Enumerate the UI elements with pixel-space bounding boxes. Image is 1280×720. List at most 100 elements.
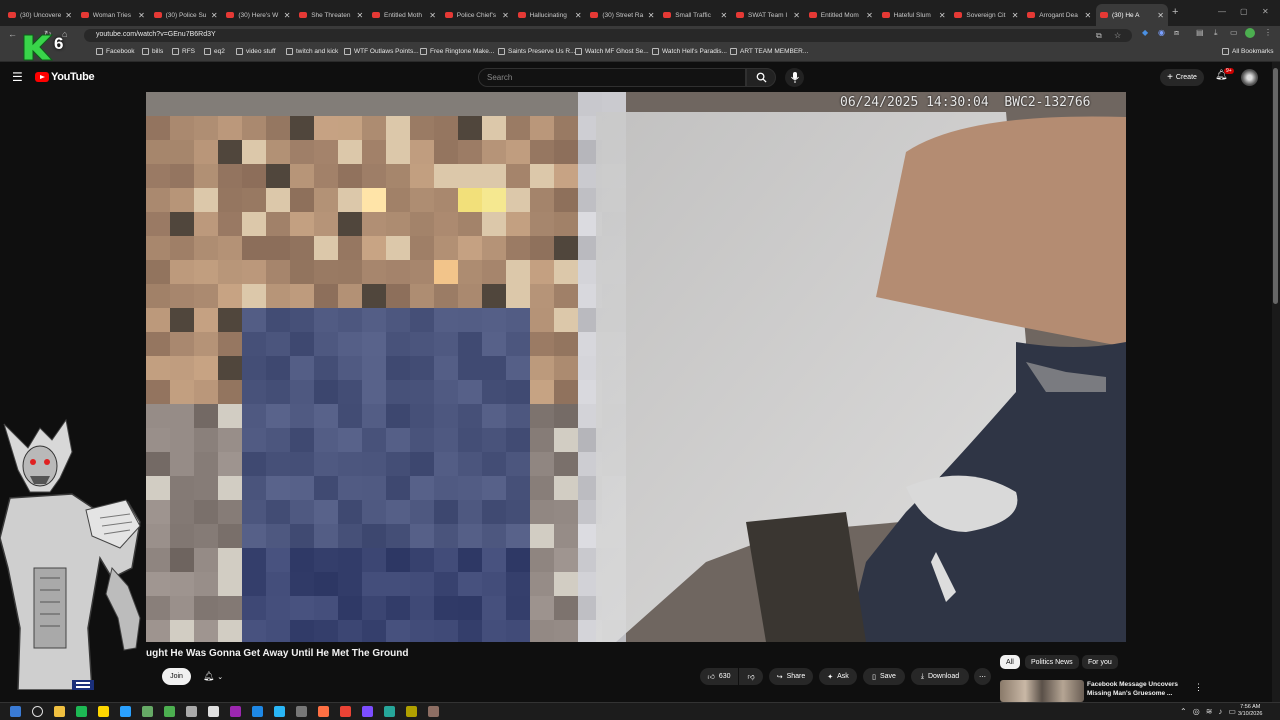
app-icon[interactable] [142,706,153,717]
battery-icon[interactable]: ▭ [1228,707,1236,716]
browser-tab[interactable]: She Threaten ✕ [295,4,367,26]
windows-start-icon[interactable] [10,706,21,717]
chip-all[interactable]: All [1000,655,1020,669]
extensions-puzzle-icon[interactable]: ⧈ [1174,28,1179,38]
browser-tab[interactable]: Police Chief's ✕ [441,4,513,26]
app-icon[interactable] [76,706,87,717]
browser-tab[interactable]: (30) Uncovere ✕ [4,4,76,26]
account-avatar[interactable] [1241,69,1258,86]
all-bookmarks-button[interactable]: All Bookmarks [1222,48,1274,55]
bookmark-item[interactable]: ART TEAM MEMBER... [730,48,808,55]
browser-tab[interactable]: Sovereign Cit ✕ [950,4,1022,26]
maximize-icon[interactable]: ▢ [1240,7,1248,16]
hamburger-menu-icon[interactable]: ☰ [12,70,23,84]
profile-avatar-icon[interactable] [1245,28,1255,38]
close-tab-icon[interactable]: ✕ [939,11,946,20]
install-icon[interactable]: ⧉ [1096,31,1102,41]
bookmark-item[interactable]: RFS [172,48,195,55]
ask-button[interactable]: ✦ Ask [819,668,857,685]
browser-tab[interactable]: Arrogant Dea ✕ [1023,4,1095,26]
app-icon[interactable] [296,706,307,717]
bookmark-item[interactable]: video stuff [236,48,276,55]
taskbar-search-icon[interactable] [32,706,43,717]
browser-menu-icon[interactable]: ⋮ [1264,28,1272,37]
app-icon[interactable] [98,706,109,717]
youtube-logo[interactable]: YouTube [35,71,95,83]
like-button[interactable]: 👍︎ 630 [700,668,738,685]
cast-icon[interactable]: ▭ [1230,28,1238,37]
browser-tab[interactable]: (30) Police Su ✕ [150,4,222,26]
dislike-button[interactable]: 👎︎ [739,668,763,685]
new-tab-button[interactable]: + [1172,6,1178,18]
save-button[interactable]: ▯ Save [863,668,905,685]
omnibox[interactable]: youtube.com/watch?v=GEnu7B6Rd3Y ⧉ ☆ [84,29,1132,42]
wifi-icon[interactable]: ≋ [1206,707,1213,716]
close-tab-icon[interactable]: ✕ [720,11,727,20]
location-icon[interactable]: ◎ [1193,707,1200,716]
browser-tab[interactable]: (30) Here's W ✕ [222,4,294,26]
recommended-video[interactable]: Facebook Message Uncovers Missing Man's … [1000,680,1272,702]
app-icon[interactable] [120,706,131,717]
tray-chevron-icon[interactable]: ⌃ [1180,707,1187,716]
close-tab-icon[interactable]: ✕ [1012,11,1019,20]
video-player[interactable]: 06/24/2025 14:30:04 BWC2-132766 [146,92,1126,642]
browser-tab[interactable]: Woman Tries ✕ [77,4,149,26]
bookmark-item[interactable]: bills [142,48,163,55]
close-tab-icon[interactable]: ✕ [284,11,291,20]
close-tab-icon[interactable]: ✕ [648,11,655,20]
bookmark-item[interactable]: Watch Hell's Paradis... [652,48,727,55]
close-tab-icon[interactable]: ✕ [866,11,873,20]
app-icon[interactable] [384,706,395,717]
chip-for-you[interactable]: For you [1082,655,1118,669]
bookmark-item[interactable]: Free Ringtone Make... [420,48,494,55]
close-tab-icon[interactable]: ✕ [575,11,582,20]
close-tab-icon[interactable]: ✕ [1157,11,1164,20]
page-scrollbar[interactable] [1272,62,1280,702]
scrollbar-thumb[interactable] [1273,68,1278,304]
chip-politics-news[interactable]: Politics News [1025,655,1079,669]
share-button[interactable]: ↪ Share [769,668,813,685]
app-icon[interactable] [186,706,197,717]
bookmark-item[interactable]: eq2 [204,48,225,55]
browser-tab[interactable]: Entitled Mom ✕ [805,4,877,26]
app-icon[interactable] [252,706,263,717]
app-icon[interactable] [230,706,241,717]
close-tab-icon[interactable]: ✕ [429,11,436,20]
browser-tab[interactable]: Hateful Slum ✕ [878,4,950,26]
close-tab-icon[interactable]: ✕ [65,11,72,20]
subscription-bell-button[interactable]: 🔔︎ ⌄ [198,668,228,685]
browser-tab[interactable]: (30) Street Ra ✕ [586,4,658,26]
app-icon[interactable] [164,706,175,717]
minimize-icon[interactable]: — [1218,7,1226,16]
app-icon[interactable] [428,706,439,717]
recommended-video-thumbnail[interactable] [1000,680,1084,702]
close-tab-icon[interactable]: ✕ [1084,11,1091,20]
system-clock[interactable]: 7:56 AM 3/10/2026 [1238,704,1262,718]
create-button[interactable]: + Create [1160,69,1204,86]
sidebar-icon[interactable]: ▤ [1196,28,1204,37]
download-button[interactable]: ⤓ Download [911,668,969,685]
more-actions-button[interactable]: ⋯ [974,668,991,685]
browser-tab[interactable]: Entitled Moth ✕ [368,4,440,26]
back-icon[interactable]: ← [8,29,17,39]
volume-icon[interactable]: ♪ [1218,707,1222,716]
bookmark-item[interactable]: WTF Outlaws Points... [344,48,419,55]
voice-search-button[interactable] [785,68,804,87]
bookmark-item[interactable]: twitch and kick [286,48,338,55]
close-tab-icon[interactable]: ✕ [793,11,800,20]
close-tab-icon[interactable]: ✕ [356,11,363,20]
browser-tab[interactable]: Small Traffic ✕ [659,4,731,26]
close-tab-icon[interactable]: ✕ [138,11,145,20]
bookmark-star-icon[interactable]: ☆ [1114,31,1121,40]
bookmark-item[interactable]: Saints Preserve Us R... [498,48,576,55]
close-tab-icon[interactable]: ✕ [211,11,218,20]
app-icon[interactable] [362,706,373,717]
app-icon[interactable] [318,706,329,717]
search-button[interactable] [746,68,776,87]
more-options-icon[interactable]: ⋮ [1194,682,1203,693]
file-explorer-icon[interactable] [54,706,65,717]
extension-icon[interactable]: ◉ [1158,28,1165,37]
app-icon[interactable] [208,706,219,717]
browser-tab[interactable]: Hallucinating ✕ [514,4,586,26]
close-window-icon[interactable]: ✕ [1262,7,1269,16]
